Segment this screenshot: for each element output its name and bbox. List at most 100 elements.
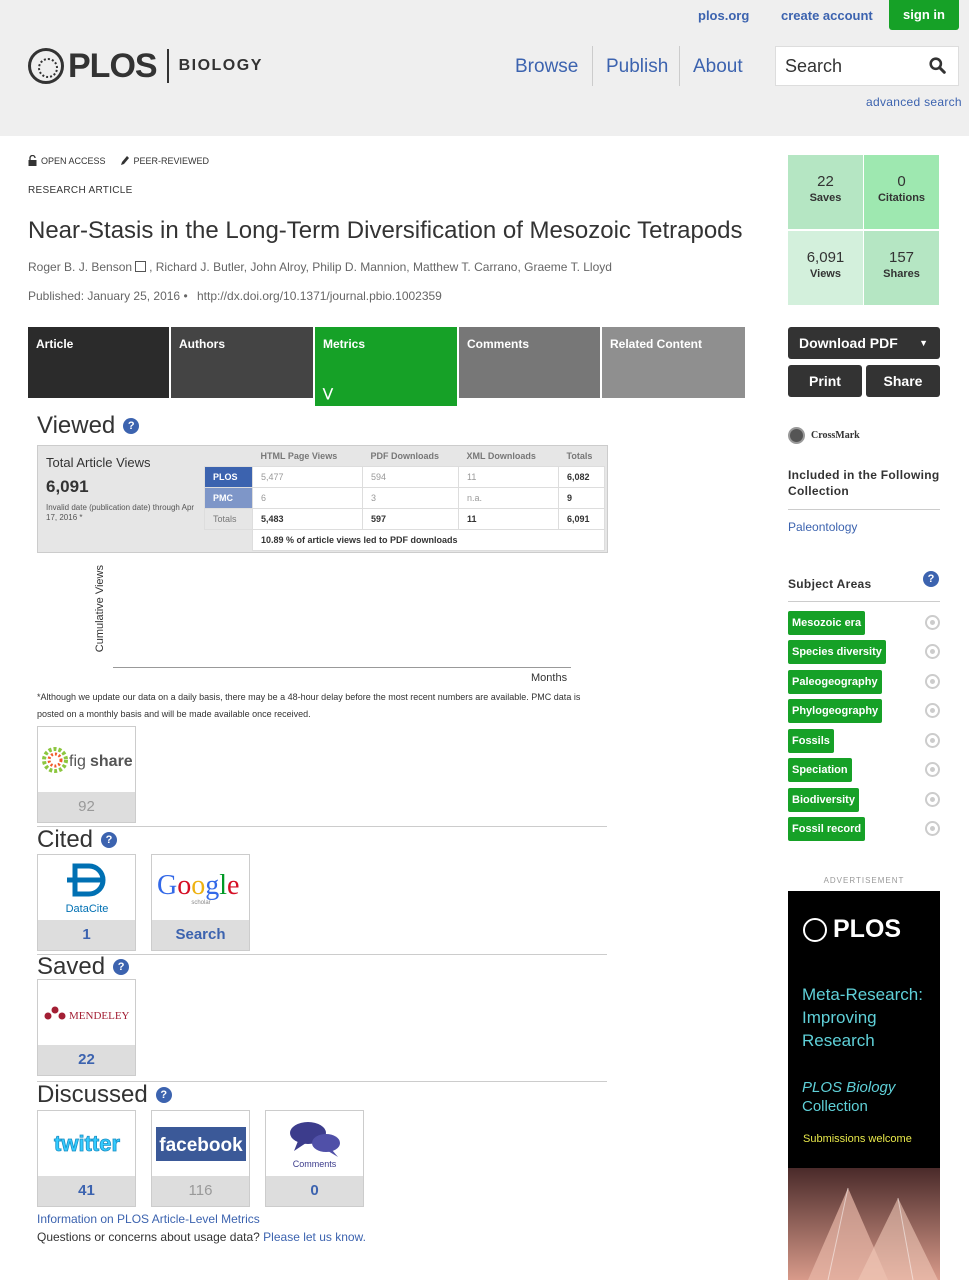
comments-source[interactable]: Comments 0	[265, 1110, 364, 1207]
facebook-source[interactable]: facebook 116	[151, 1110, 250, 1207]
contact-link[interactable]: Please let us know.	[263, 1230, 366, 1244]
mendeley-source[interactable]: MENDELEY 22	[37, 979, 136, 1076]
plos-biology-logo[interactable]: PLOS BIOLOGY	[28, 46, 263, 86]
help-icon[interactable]: ?	[123, 418, 140, 434]
subject-tag[interactable]: Speciation	[788, 758, 852, 782]
header-blank	[204, 446, 253, 466]
nav-publish[interactable]: Publish	[606, 56, 668, 78]
article-type: RESEARCH ARTICLE	[28, 185, 133, 196]
tab-authors[interactable]: Authors	[171, 327, 313, 398]
subject-tag[interactable]: Phylogeography	[788, 699, 883, 723]
create-account-link[interactable]: create account	[781, 8, 873, 23]
plos-org-link[interactable]: plos.org	[698, 8, 749, 23]
ad-headline-line: Improving	[802, 1008, 877, 1027]
figshare-source[interactable]: fig share 92	[37, 726, 136, 823]
ad-headline: Meta-Research: Improving Research	[802, 983, 923, 1052]
unlock-icon	[28, 155, 37, 166]
views-stat[interactable]: 6,091 Views	[788, 231, 863, 305]
table-cell: 9	[558, 486, 605, 509]
table-cell: 11	[458, 465, 559, 488]
subject-tag[interactable]: Paleogeography	[788, 670, 882, 694]
search-input[interactable]: Search	[775, 46, 959, 86]
subject-weight-icon[interactable]	[925, 674, 940, 689]
help-icon[interactable]: ?	[113, 959, 130, 975]
subject-weight-icon[interactable]	[925, 703, 940, 718]
citations-stat[interactable]: 0 Citations	[864, 155, 939, 229]
doi-link[interactable]: http://dx.doi.org/10.1371/journal.pbio.1…	[197, 289, 442, 303]
ad-plos-logo: PLOS	[803, 915, 901, 944]
tab-label: Metrics	[323, 337, 366, 351]
help-icon[interactable]: ?	[101, 832, 118, 848]
mendeley-count: 22	[38, 1045, 135, 1075]
sidebar-divider	[788, 601, 940, 602]
tab-article[interactable]: Article	[28, 327, 169, 398]
subject-tag[interactable]: Biodiversity	[788, 788, 859, 812]
subject-weight-icon[interactable]	[925, 615, 940, 630]
advanced-search-link[interactable]: advanced search	[866, 95, 962, 109]
nav-about[interactable]: About	[693, 56, 743, 78]
print-button[interactable]: Print	[788, 365, 862, 397]
figshare-logo-icon: fig share	[41, 746, 132, 773]
ad-headline-line: Research	[802, 1031, 875, 1050]
comments-count: 0	[266, 1176, 363, 1206]
chart-x-axis	[113, 667, 571, 668]
figshare-logo: fig share	[38, 727, 135, 792]
download-pdf-button[interactable]: Download PDF ▼	[788, 327, 940, 359]
cumulative-views-chart: Cumulative Views Months	[90, 560, 580, 690]
tab-metrics[interactable]: Metrics ⋁	[315, 327, 457, 406]
subject-weight-icon[interactable]	[925, 644, 940, 659]
datacite-count: 1	[38, 920, 135, 950]
subject-weight-icon[interactable]	[925, 821, 940, 836]
chart-x-label: Months	[531, 672, 568, 684]
saved-heading-label: Saved	[37, 953, 106, 980]
subject-tag[interactable]: Fossils	[788, 729, 834, 753]
google-scholar-source[interactable]: Google scholar Search	[151, 854, 250, 951]
mendeley-logo-icon: MENDELEY	[44, 1006, 129, 1022]
citations-count: 0	[897, 173, 906, 190]
tab-comments[interactable]: Comments	[459, 327, 600, 398]
email-icon[interactable]	[135, 261, 147, 272]
published-date: Published: January 25, 2016 •	[28, 289, 188, 303]
search-icon[interactable]	[929, 57, 946, 74]
cited-heading-label: Cited	[37, 826, 94, 853]
crossmark-icon	[788, 427, 805, 444]
subject-weight-icon[interactable]	[925, 792, 940, 807]
shares-count: 157	[888, 249, 915, 266]
alm-info-link[interactable]: Information on PLOS Article-Level Metric…	[37, 1212, 260, 1226]
sign-in-button[interactable]: sign in	[889, 0, 959, 30]
cited-heading: Cited ?	[37, 826, 118, 854]
help-icon[interactable]: ?	[155, 1087, 172, 1103]
subject-tag[interactable]: Species diversity	[788, 640, 886, 664]
plos-logo-icon	[28, 48, 64, 84]
search-placeholder: Search	[785, 56, 843, 76]
article-views-summary: Total Article Views 6,091 Invalid date (…	[37, 445, 608, 553]
subject-weight-icon[interactable]	[925, 733, 940, 748]
author-link[interactable]: Roger B. J. Benson	[28, 260, 132, 274]
views-label: Views	[810, 268, 841, 280]
subject-weight-icon[interactable]	[925, 762, 940, 777]
datacite-logo-icon: DataCite	[65, 863, 108, 915]
ad-cta: Submissions welcome	[803, 1133, 912, 1145]
datacite-source[interactable]: DataCite 1	[37, 854, 136, 951]
logo-text: PLOS	[68, 46, 158, 85]
views-count: 6,091	[806, 249, 845, 266]
help-icon[interactable]: ?	[923, 571, 939, 587]
subject-tag[interactable]: Fossil record	[788, 817, 866, 841]
caret-down-icon[interactable]: ▼	[919, 327, 928, 359]
crossmark-badge[interactable]: CrossMark	[788, 427, 860, 444]
column-header: XML Downloads	[458, 446, 559, 466]
download-pdf-label: Download PDF	[799, 335, 898, 351]
advertisement-banner[interactable]: PLOS Meta-Research: Improving Research P…	[788, 891, 940, 1280]
svg-text:facebook: facebook	[159, 1135, 243, 1156]
comment-bubbles-icon	[289, 1121, 340, 1157]
nav-browse[interactable]: Browse	[515, 56, 578, 78]
share-button[interactable]: Share	[866, 365, 940, 397]
author-list: Roger B. J. Benson , Richard J. Butler, J…	[28, 260, 612, 274]
subject-tag[interactable]: Mesozoic era	[788, 611, 866, 635]
tab-related-content[interactable]: Related Content	[602, 327, 745, 398]
collection-link[interactable]: Paleontology	[788, 520, 857, 534]
twitter-source[interactable]: twitter 41	[37, 1110, 136, 1207]
saves-stat[interactable]: 22 Saves	[788, 155, 863, 229]
shares-stat[interactable]: 157 Shares	[864, 231, 939, 305]
article-flags: OPEN ACCESS PEER-REVIEWED	[28, 155, 209, 166]
